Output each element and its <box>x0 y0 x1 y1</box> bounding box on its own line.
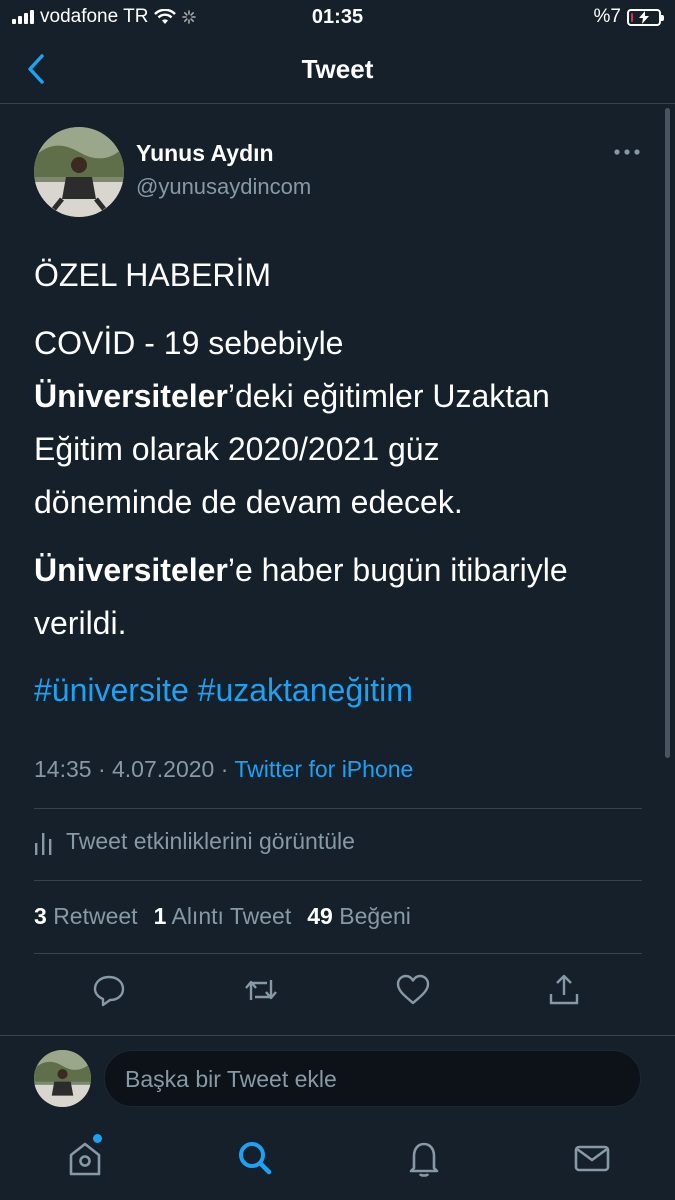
reply-icon <box>93 975 125 1007</box>
analytics-icon <box>35 832 52 855</box>
tweet-text-span: ’e haber bugün itibariyle <box>227 552 568 588</box>
tweet-timestamp: 14:35 · 4.07.2020 · <box>34 756 235 782</box>
like-stat[interactable]: 49 Beğeni <box>307 903 411 930</box>
share-button[interactable] <box>546 972 582 1008</box>
like-label: Beğeni <box>339 903 411 929</box>
reply-button[interactable] <box>91 972 127 1008</box>
tweet-bold-text: Üniversiteler <box>34 378 228 414</box>
tab-notifications[interactable] <box>405 1138 443 1178</box>
divider <box>34 808 642 809</box>
retweet-stat[interactable]: 3 Retweet <box>34 903 138 930</box>
author-handle[interactable]: @yunusaydincom <box>136 174 311 200</box>
tweet-bold-text: Üniversiteler <box>34 552 228 588</box>
tweet-meta: 14:35 · 4.07.2020 · Twitter for iPhone <box>34 756 413 783</box>
reply-input[interactable]: Başka bir Tweet ekle <box>104 1050 641 1107</box>
messages-icon <box>574 1145 610 1172</box>
author-name[interactable]: Yunus Aydın <box>136 140 274 167</box>
share-icon <box>549 974 579 1005</box>
avatar-image <box>34 1050 91 1107</box>
status-bar: vodafone TR 01:35 %7 <box>0 0 675 36</box>
tweet-line: COVİD - 19 sebebiyle <box>34 325 344 361</box>
like-count: 49 <box>307 903 333 929</box>
battery-percent: %7 <box>593 6 621 27</box>
tweet-hashtags[interactable]: #üniversite #uzaktaneğitim <box>34 664 644 717</box>
battery-fill <box>631 12 633 22</box>
tweet-source-link[interactable]: Twitter for iPhone <box>234 756 413 782</box>
nav-header: Tweet <box>0 36 675 104</box>
more-icon <box>614 149 640 155</box>
battery-icon <box>627 8 664 26</box>
tab-search[interactable] <box>236 1138 274 1178</box>
tweet-line: Üniversiteler’e haber bugün itibariyle <box>34 544 644 597</box>
tweet-paragraph-3: Üniversiteler’e haber bugün itibariyle v… <box>34 544 644 650</box>
charging-bolt-icon <box>639 10 649 24</box>
home-notification-dot <box>93 1134 102 1143</box>
quote-count: 1 <box>153 903 167 929</box>
retweet-button[interactable] <box>243 972 279 1008</box>
user-avatar[interactable] <box>34 1050 91 1107</box>
quote-label: Alıntı Tweet <box>171 903 292 929</box>
tweet-line: Üniversiteler’deki eğitimler Uzaktan <box>34 370 644 423</box>
more-options-button[interactable] <box>612 140 642 164</box>
tab-messages[interactable] <box>573 1138 611 1178</box>
heart-icon <box>396 974 430 1005</box>
tab-home[interactable] <box>66 1138 104 1178</box>
retweet-icon <box>245 980 277 1000</box>
retweet-count: 3 <box>34 903 47 929</box>
tweet-text-span: ’deki eğitimler Uzaktan <box>227 378 550 414</box>
home-icon <box>69 1142 101 1176</box>
status-time: 01:35 <box>311 6 364 28</box>
retweet-label: Retweet <box>53 903 138 929</box>
divider <box>34 953 642 954</box>
notifications-icon <box>409 1142 439 1177</box>
search-icon <box>239 1142 272 1175</box>
author-avatar[interactable] <box>34 127 124 217</box>
status-right: %7 <box>593 6 664 28</box>
scrollbar[interactable] <box>665 108 670 758</box>
tweet-line: Eğitim olarak 2020/2021 güz <box>34 431 440 467</box>
page-title: Tweet <box>301 54 374 84</box>
tweet-paragraph-2: COVİD - 19 sebebiyle Üniversiteler’deki … <box>34 317 644 529</box>
like-button[interactable] <box>395 972 431 1008</box>
activity-label: Tweet etkinliklerini görüntüle <box>66 828 355 854</box>
tweet-line: verildi. <box>34 605 127 641</box>
tweet-stats: 3 Retweet 1 Alıntı Tweet 49 Beğeni <box>34 903 411 930</box>
tweet-activity-link[interactable]: Tweet etkinliklerini görüntüle <box>34 828 355 855</box>
divider <box>34 880 642 881</box>
quote-stat[interactable]: 1 Alıntı Tweet <box>154 903 292 930</box>
avatar-image <box>34 127 124 217</box>
tweet-paragraph-1: ÖZEL HABERİM <box>34 257 272 293</box>
tweet-line: döneminde de devam edecek. <box>34 484 463 520</box>
